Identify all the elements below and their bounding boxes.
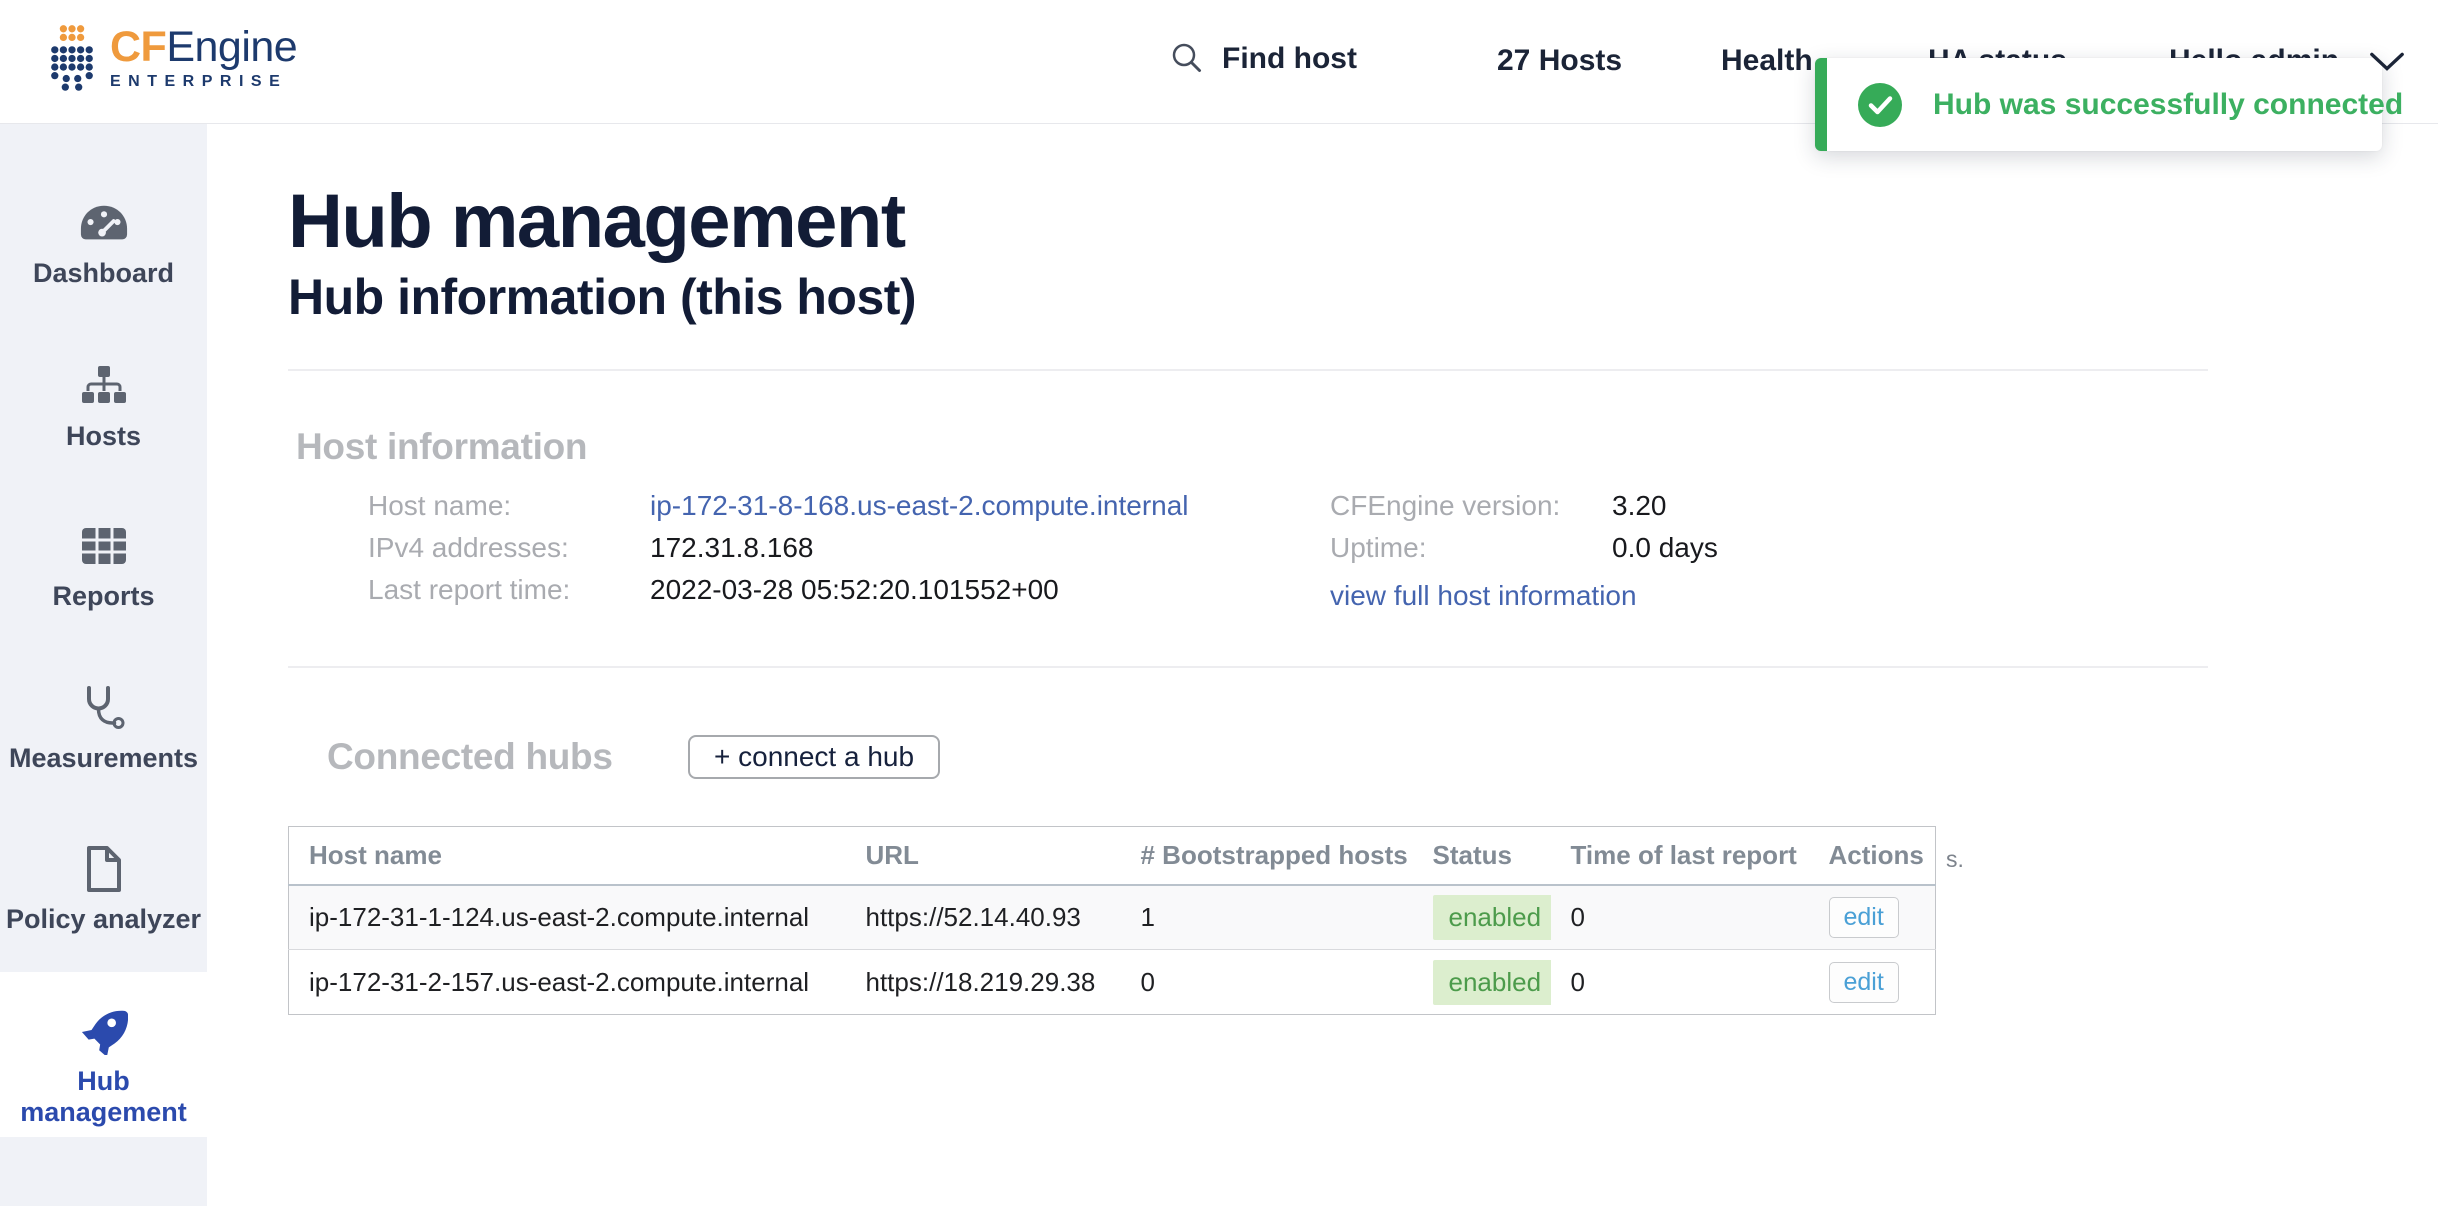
stethoscope-icon bbox=[82, 685, 126, 731]
host-name-link[interactable]: ip-172-31-8-168.us-east-2.compute.intern… bbox=[650, 490, 1189, 521]
table-icon bbox=[81, 523, 127, 569]
connected-hubs-table: Host name URL # Bootstrapped hosts Statu… bbox=[288, 826, 1935, 1015]
cell-host-name: ip-172-31-2-157.us-east-2.compute.intern… bbox=[289, 950, 846, 1015]
uptime-label: Uptime: bbox=[1330, 527, 1612, 569]
cell-bootstrapped: 1 bbox=[1121, 885, 1413, 950]
brand-cf: CF bbox=[110, 23, 166, 71]
cfengine-version-value: 3.20 bbox=[1612, 485, 1718, 527]
cell-url: https://18.219.29.38 bbox=[846, 950, 1121, 1015]
column-header-time-of-last-report: Time of last report bbox=[1551, 827, 1809, 885]
sitemap-icon bbox=[80, 363, 128, 409]
sidebar-label-hub-management: Hub management bbox=[0, 1066, 207, 1128]
uptime-value: 0.0 days bbox=[1612, 527, 1718, 569]
divider bbox=[288, 369, 2208, 371]
cell-last-report: 0 bbox=[1551, 885, 1809, 950]
column-header-bootstrapped-hosts: # Bootstrapped hosts bbox=[1121, 827, 1413, 885]
brand-text: CFEngine ENTERPRISE bbox=[110, 24, 297, 91]
sidebar-item-hosts[interactable]: Hosts bbox=[0, 363, 207, 452]
stray-text-artifact: s. bbox=[1946, 846, 1964, 873]
host-info-right-column: CFEngine version: 3.20 Uptime: 0.0 days bbox=[1330, 485, 1718, 569]
file-icon bbox=[85, 846, 123, 892]
sidebar-item-reports[interactable]: Reports bbox=[0, 523, 207, 612]
sidebar-item-policy-analyzer[interactable]: Policy analyzer bbox=[0, 846, 207, 935]
view-full-host-information-link[interactable]: view full host information bbox=[1330, 575, 1637, 617]
column-header-status: Status bbox=[1413, 827, 1551, 885]
last-report-time-label: Last report time: bbox=[368, 569, 650, 611]
user-menu-chevron-icon[interactable] bbox=[2368, 50, 2406, 79]
host-info-left-column: Host name: ip-172-31-8-168.us-east-2.com… bbox=[368, 485, 1189, 611]
toast-message: Hub was successfully connected bbox=[1933, 88, 2403, 122]
column-header-host-name: Host name bbox=[289, 827, 846, 885]
table-row: ip-172-31-1-124.us-east-2.compute.intern… bbox=[289, 885, 1936, 950]
connect-a-hub-button[interactable]: + connect a hub bbox=[688, 735, 940, 779]
search-icon bbox=[1168, 40, 1206, 78]
sidebar-label-hosts: Hosts bbox=[62, 421, 145, 452]
status-badge: enabled bbox=[1433, 960, 1551, 1005]
divider bbox=[288, 666, 2208, 668]
edit-button[interactable]: edit bbox=[1829, 962, 1899, 1003]
edit-button[interactable]: edit bbox=[1829, 897, 1899, 938]
last-report-time-value: 2022-03-28 05:52:20.101552+00 bbox=[650, 569, 1189, 611]
nav-hosts-count[interactable]: 27 Hosts bbox=[1497, 44, 1622, 78]
rocket-icon bbox=[80, 1008, 128, 1054]
connected-hubs-section-title: Connected hubs bbox=[327, 736, 613, 777]
find-host-button[interactable]: Find host bbox=[1168, 40, 1357, 78]
cell-last-report: 0 bbox=[1551, 950, 1809, 1015]
brand-engine: Engine bbox=[166, 23, 297, 71]
sidebar-label-dashboard: Dashboard bbox=[29, 258, 178, 289]
cfengine-version-label: CFEngine version: bbox=[1330, 485, 1612, 527]
table-header-row: Host name URL # Bootstrapped hosts Statu… bbox=[289, 827, 1936, 885]
sidebar: Dashboard Hosts Reports bbox=[0, 124, 207, 1206]
sidebar-item-measurements[interactable]: Measurements bbox=[0, 685, 207, 774]
host-information-section-title: Host information bbox=[296, 426, 587, 467]
ipv4-value: 172.31.8.168 bbox=[650, 527, 1189, 569]
host-name-label: Host name: bbox=[368, 485, 650, 527]
page-subtitle: Hub information (this host) bbox=[288, 268, 916, 326]
sidebar-label-policy-analyzer: Policy analyzer bbox=[2, 904, 205, 935]
column-header-actions: Actions bbox=[1809, 827, 1936, 885]
nav-health[interactable]: Health bbox=[1721, 44, 1813, 78]
cell-url: https://52.14.40.93 bbox=[846, 885, 1121, 950]
sidebar-item-hub-management[interactable]: Hub management bbox=[0, 1008, 207, 1128]
cell-bootstrapped: 0 bbox=[1121, 950, 1413, 1015]
sidebar-label-measurements: Measurements bbox=[5, 743, 202, 774]
find-host-label: Find host bbox=[1222, 42, 1357, 76]
cfengine-robot-icon bbox=[50, 24, 94, 91]
cfengine-logo[interactable]: CFEngine ENTERPRISE bbox=[50, 24, 297, 91]
cell-host-name: ip-172-31-1-124.us-east-2.compute.intern… bbox=[289, 885, 846, 950]
sidebar-item-dashboard[interactable]: Dashboard bbox=[0, 200, 207, 289]
table-row: ip-172-31-2-157.us-east-2.compute.intern… bbox=[289, 950, 1936, 1015]
ipv4-label: IPv4 addresses: bbox=[368, 527, 650, 569]
gauge-icon bbox=[79, 200, 129, 246]
toast-notification: Hub was successfully connected bbox=[1815, 58, 2382, 151]
column-header-url: URL bbox=[846, 827, 1121, 885]
status-badge: enabled bbox=[1433, 895, 1551, 940]
brand-name: CFEngine bbox=[110, 24, 297, 70]
brand-enterprise: ENTERPRISE bbox=[110, 73, 297, 91]
sidebar-label-reports: Reports bbox=[48, 581, 158, 612]
page-title: Hub management bbox=[288, 182, 905, 262]
success-check-icon bbox=[1857, 82, 1903, 128]
